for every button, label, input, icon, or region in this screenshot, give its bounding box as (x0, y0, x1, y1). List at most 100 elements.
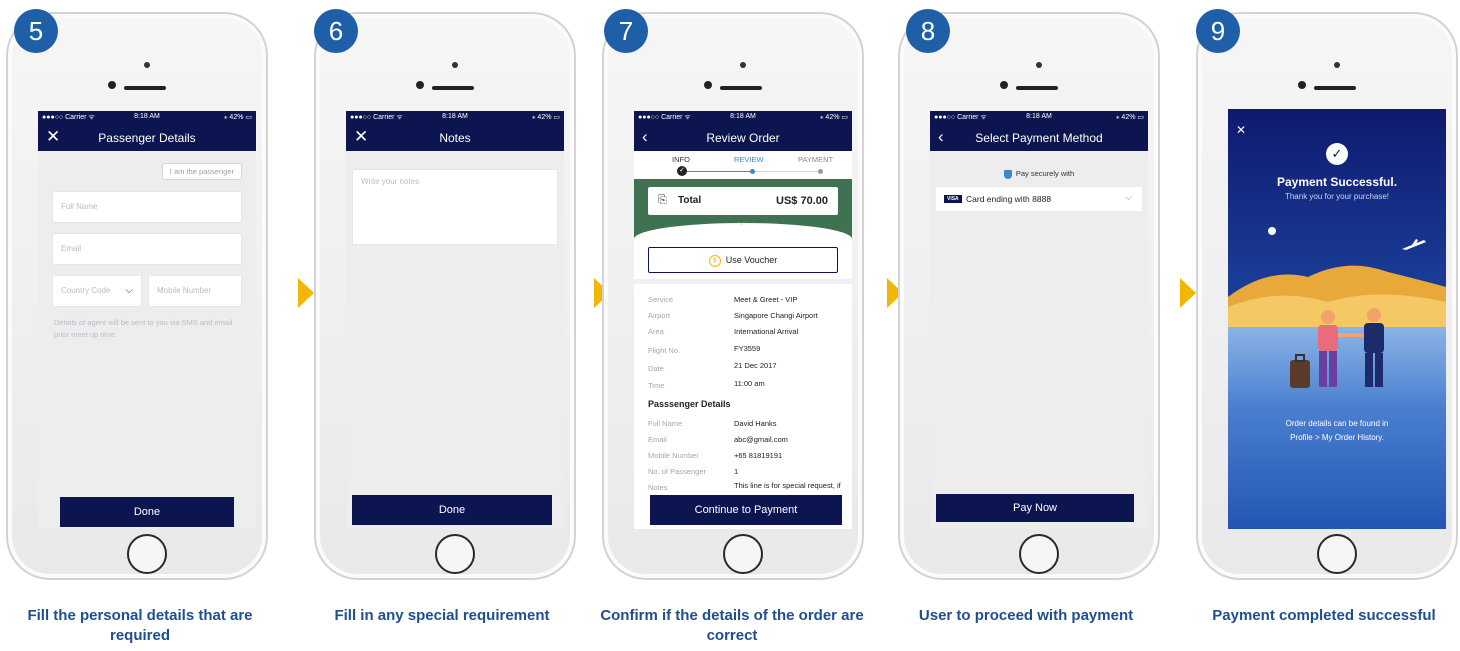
payment-success-screen: ✕ ✓ Payment Successful. Thank you for yo… (1228, 109, 1446, 529)
tab-payment: PAYMENT (798, 155, 834, 164)
i-am-passenger-chip[interactable]: I am the passenger (161, 163, 242, 180)
step-6: ●●●○○ Carrier ᯤ 8:18 AM ⁎ 42% ▭ ✕ Notes … (308, 0, 578, 651)
progress-line-active (682, 171, 752, 172)
phone-frame: ●●●○○ Carrier ᯤ 8:18 AM ⁎ 42% ▭ ✕ Passen… (6, 12, 268, 580)
speaker-grille (1016, 86, 1058, 90)
total-value: US$ 70.00 (776, 195, 828, 207)
step-caption: Payment completed successful (1212, 607, 1436, 624)
shield-icon (1003, 169, 1012, 179)
voucher-label: Use Voucher (725, 255, 778, 265)
status-bar: ●●●○○ Carrier ᯤ 8:18 AM ⁎ 42% ▭ (38, 111, 256, 123)
step-number-badge: 7 (604, 9, 648, 53)
step-7: ●●●○○ Carrier ᯤ 8:18 AM ⁎ 42% ▭ ‹ Review… (596, 0, 866, 651)
total-card: ⎘ Total US$ 70.00 (648, 187, 838, 215)
detail-value: Singapore Changi Airport (734, 311, 818, 320)
details-divider (634, 279, 852, 284)
sensor-dot (108, 81, 116, 89)
passenger-label: Full Name (648, 419, 683, 428)
passenger-value: +65 81819191 (734, 451, 783, 460)
detail-value: Meet & Greet - VIP (734, 295, 798, 304)
step-caption: User to proceed with payment (918, 607, 1134, 624)
progress-tabs: INFO REVIEW PAYMENT ✓ (634, 151, 852, 179)
home-button (435, 534, 475, 574)
detail-value: FY3559 (734, 344, 761, 353)
nav-bar: ✕ Passenger Details (38, 123, 256, 151)
sensor-dot (416, 81, 424, 89)
phone-frame: ●●●○○ Carrier ᯤ 8:18 AM ⁎ 42% ▭ ✕ Notes … (314, 12, 576, 580)
home-button (723, 534, 763, 574)
tab-review: REVIEW (734, 155, 764, 164)
camera-dot (740, 62, 746, 68)
order-info-line2: Profile > My Order History. (1290, 433, 1384, 442)
passenger-label: Email (648, 435, 667, 444)
pay-now-button[interactable]: Pay Now (936, 494, 1134, 522)
moon-icon (1268, 227, 1276, 235)
step-caption: Confirm if the details of the order are … (600, 607, 864, 644)
sensor-dot (1000, 81, 1008, 89)
email-field[interactable]: Email (52, 233, 242, 265)
step-8: ●●●○○ Carrier ᯤ 8:18 AM ⁎ 42% ▭ ‹ Select… (892, 0, 1162, 651)
camera-dot (1334, 62, 1340, 68)
success-subtitle: Thank you for your purchase! (1284, 192, 1390, 201)
step-dot (818, 169, 823, 174)
screen-title: Select Payment Method (975, 131, 1103, 145)
step-number-badge: 6 (314, 9, 358, 53)
country-code-select[interactable]: Country Code ⌵ (52, 275, 142, 307)
chevron-down-icon: ⌵ (1125, 192, 1132, 202)
continue-to-payment-button[interactable]: Continue to Payment (650, 495, 842, 525)
camera-dot (1036, 62, 1042, 68)
chevron-down-icon[interactable]: ⌵ (738, 217, 745, 228)
helper-text: Details of agent will be sent to you via… (54, 318, 233, 339)
passenger-details-screen: ●●●○○ Carrier ᯤ 8:18 AM ⁎ 42% ▭ ✕ Passen… (38, 111, 256, 529)
done-button[interactable]: Done (352, 495, 552, 525)
step-number-badge: 5 (14, 9, 58, 53)
screen-title: Notes (439, 131, 471, 145)
step-caption: Fill in any special requirement (334, 607, 550, 624)
step-5: ●●●○○ Carrier ᯤ 8:18 AM ⁎ 42% ▭ ✕ Passen… (0, 0, 270, 651)
notes-screen: ●●●○○ Carrier ᯤ 8:18 AM ⁎ 42% ▭ ✕ Notes … (346, 111, 564, 529)
ticket-icon: ⎘ (658, 194, 667, 206)
visa-icon: VISA (944, 195, 962, 203)
secure-text: Pay securely with (1015, 169, 1075, 178)
nav-bar: ✕ Notes (346, 123, 564, 151)
home-button (127, 534, 167, 574)
full-name-field[interactable]: Full Name (52, 191, 242, 223)
battery-text: ⁎ 42% ▭ (1115, 114, 1144, 121)
nav-bar: ‹ Select Payment Method (930, 123, 1148, 151)
detail-label: Date (648, 364, 664, 373)
detail-value: International Arrival (734, 327, 799, 336)
speaker-grille (720, 86, 762, 90)
passenger-value: 1 (734, 467, 739, 476)
country-code-label: Country Code (61, 286, 111, 295)
home-button (1019, 534, 1059, 574)
card-select[interactable]: VISA Card ending with 8888 ⌵ (936, 187, 1142, 211)
use-voucher-button[interactable]: $ Use Voucher (648, 247, 838, 273)
success-check-icon: ✓ (1326, 143, 1348, 165)
sensor-dot (1298, 81, 1306, 89)
speaker-grille (432, 86, 474, 90)
detail-label: Service (648, 295, 674, 304)
speaker-grille (124, 86, 166, 90)
phone-frame: ●●●○○ Carrier ᯤ 8:18 AM ⁎ 42% ▭ ‹ Review… (602, 12, 864, 580)
home-button (1317, 534, 1357, 574)
battery-text: ⁎ 42% ▭ (819, 114, 848, 121)
detail-value: 21 Dec 2017 (734, 361, 777, 370)
notes-textarea[interactable]: Write your notes (352, 169, 558, 245)
done-button[interactable]: Done (60, 497, 234, 527)
step-number-badge: 8 (906, 9, 950, 53)
passenger-value: David Hanks (734, 419, 777, 428)
passenger-label: Notes (648, 483, 668, 492)
payment-method-screen: ●●●○○ Carrier ᯤ 8:18 AM ⁎ 42% ▭ ‹ Select… (930, 111, 1148, 529)
close-icon[interactable]: ✕ (1236, 123, 1246, 137)
phone-frame: ●●●○○ Carrier ᯤ 8:18 AM ⁎ 42% ▭ ‹ Select… (898, 12, 1160, 580)
camera-dot (144, 62, 150, 68)
check-icon: ✓ (677, 166, 687, 176)
screen-title: Review Order (706, 131, 780, 145)
battery-text: ⁎ 42% ▭ (223, 114, 252, 121)
nav-bar: ‹ Review Order (634, 123, 852, 151)
voucher-icon: $ (708, 254, 721, 267)
mobile-number-field[interactable]: Mobile Number (148, 275, 242, 307)
screen-title: Passenger Details (98, 131, 196, 145)
passenger-value: abc@gmail.com (734, 435, 788, 444)
battery-text: ⁎ 42% ▭ (531, 114, 560, 121)
